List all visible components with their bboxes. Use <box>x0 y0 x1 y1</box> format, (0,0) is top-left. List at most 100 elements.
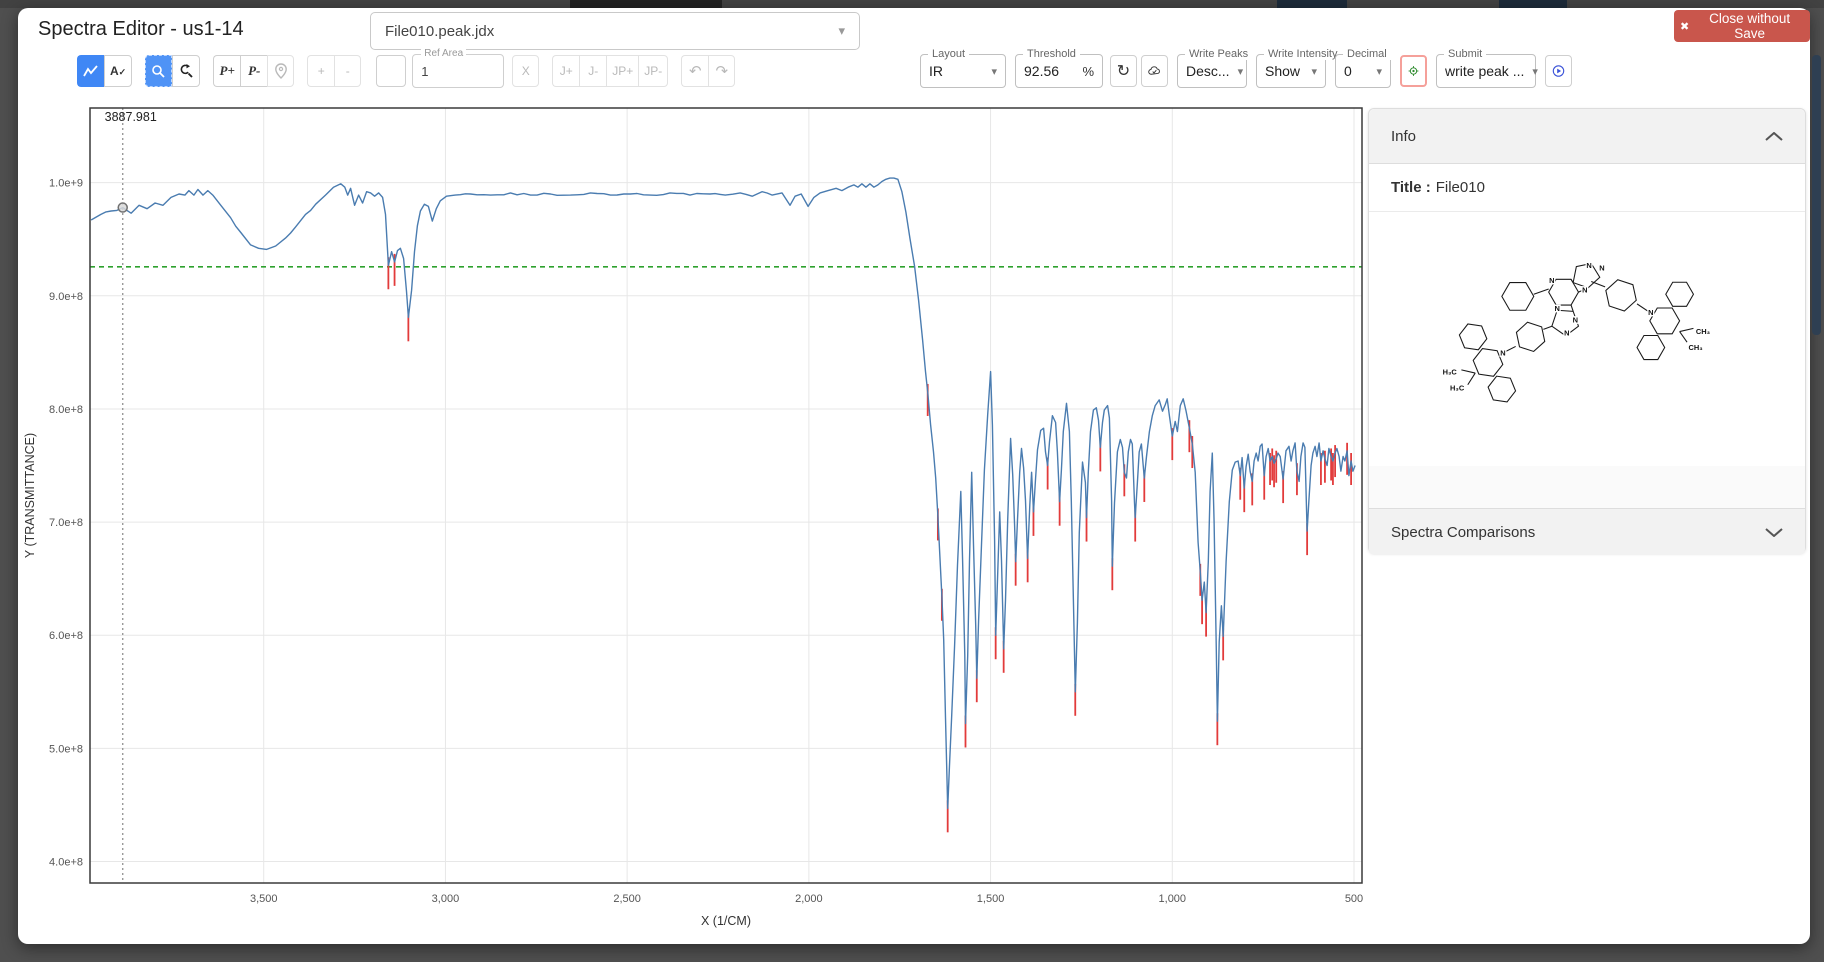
write-peaks-label: Write Peaks <box>1185 48 1252 60</box>
jp-minus-button[interactable]: JP- <box>638 55 668 87</box>
play-icon <box>1552 61 1565 81</box>
zoom-reset-icon <box>178 63 194 79</box>
multiplicity-plus-button[interactable]: + <box>307 55 334 87</box>
j-plus-button[interactable]: J+ <box>552 55 579 87</box>
svg-text:H₃C: H₃C <box>1443 368 1458 377</box>
title-label: Title : <box>1391 179 1431 196</box>
svg-text:CH₃: CH₃ <box>1688 343 1702 352</box>
save-to-cloud-button[interactable] <box>1141 55 1168 87</box>
chevron-down-icon <box>1765 528 1783 537</box>
submit-select[interactable]: Submit write peak ... ▾ <box>1436 54 1536 88</box>
svg-text:500: 500 <box>1345 893 1363 905</box>
j-minus-button[interactable]: J- <box>579 55 606 87</box>
info-header-label: Info <box>1391 128 1416 145</box>
write-intensity-select[interactable]: Write Intensity Show ▾ <box>1256 54 1326 88</box>
submit-value: write peak ... <box>1445 63 1524 79</box>
svg-text:N: N <box>1564 328 1569 337</box>
close-without-save-button[interactable]: ✖ Close without Save <box>1674 10 1810 42</box>
background-tab-fragment <box>1277 0 1347 8</box>
redo-icon: ↷ <box>715 62 728 80</box>
svg-text:6.0e+8: 6.0e+8 <box>49 630 83 642</box>
svg-text:5.0e+8: 5.0e+8 <box>49 743 83 755</box>
svg-text:CH₃: CH₃ <box>1696 327 1710 336</box>
svg-text:3887.981: 3887.981 <box>105 110 157 124</box>
layout-value: IR <box>929 63 943 79</box>
svg-text:9.0e+8: 9.0e+8 <box>49 291 83 303</box>
svg-text:X (1/CM): X (1/CM) <box>701 914 751 928</box>
decimal-select[interactable]: Decimal 0 ▾ <box>1335 54 1391 88</box>
svg-text:N: N <box>1582 286 1587 295</box>
write-peaks-value: Desc... <box>1186 63 1230 79</box>
svg-text:2,500: 2,500 <box>613 893 641 905</box>
title-value: File010 <box>1436 179 1485 196</box>
file-selector[interactable]: File010.peak.jdx ▾ <box>370 12 860 50</box>
page-scrollbar-thumb[interactable] <box>1812 55 1821 335</box>
svg-text:N: N <box>1586 261 1591 270</box>
chevron-down-icon: ▾ <box>1311 65 1317 78</box>
clear-multiplicity-button[interactable]: X <box>512 55 539 87</box>
file-selector-value: File010.peak.jdx <box>385 23 494 40</box>
write-peaks-select[interactable]: Write Peaks Desc... ▾ <box>1177 54 1247 88</box>
spectrum-chart[interactable]: 3,5003,0002,5002,0001,5001,0005001.0e+99… <box>20 92 1370 944</box>
pin-icon <box>274 63 288 79</box>
panel-spacer <box>1369 466 1805 508</box>
svg-text:H₃C: H₃C <box>1450 384 1465 393</box>
info-accordion-header[interactable]: Info <box>1369 109 1805 164</box>
refresh-button[interactable]: ↻ <box>1110 55 1137 87</box>
undo-icon: ↶ <box>689 62 702 80</box>
layout-select[interactable]: Layout IR ▾ <box>920 54 1006 88</box>
toolbar-right: Layout IR ▾ Threshold 92.56 % ↻ Write Pe… <box>920 54 1572 88</box>
write-intensity-value: Show <box>1265 63 1300 79</box>
svg-text:N: N <box>1549 276 1554 285</box>
value-input[interactable] <box>376 55 406 87</box>
zoom-area-icon <box>151 64 166 79</box>
peak-add-button[interactable]: P+ <box>213 55 240 87</box>
svg-text:N: N <box>1555 304 1560 313</box>
zoom-reset-button[interactable] <box>172 55 200 87</box>
threshold-value: 92.56 <box>1024 63 1059 79</box>
svg-text:3,000: 3,000 <box>432 893 460 905</box>
undo-button[interactable]: ↶ <box>681 55 708 87</box>
chevron-down-icon: ▾ <box>991 65 997 78</box>
multiplicity-minus-button[interactable]: - <box>334 55 361 87</box>
threshold-field[interactable]: Threshold 92.56 % <box>1015 54 1103 88</box>
peak-remove-button[interactable]: P- <box>240 55 267 87</box>
anchor-point-button[interactable] <box>267 55 294 87</box>
svg-text:N: N <box>1573 316 1578 325</box>
svg-text:1,000: 1,000 <box>1159 893 1187 905</box>
spectra-comparisons-header[interactable]: Spectra Comparisons <box>1369 508 1805 555</box>
target-icon <box>1408 62 1419 80</box>
ref-area-field: Ref Area <box>412 54 504 88</box>
refresh-icon: ↻ <box>1117 61 1130 81</box>
toolbar-left: A✓ P+ P- + - Ref Area <box>77 54 748 88</box>
zoom-area-button[interactable] <box>145 55 172 87</box>
page-title: Spectra Editor - us1-14 <box>38 18 244 41</box>
background-tab-fragment <box>1499 0 1567 8</box>
threshold-unit: % <box>1082 64 1094 79</box>
molecule-drawing: NNNNNNNNNCH₃CH₃H₃CH₃C <box>1422 248 1752 430</box>
ref-area-label: Ref Area <box>421 48 466 59</box>
svg-text:8.0e+8: 8.0e+8 <box>49 404 83 416</box>
write-intensity-label: Write Intensity <box>1264 48 1342 60</box>
line-mode-button[interactable] <box>77 55 104 87</box>
chevron-down-icon: ▾ <box>1376 65 1382 78</box>
submit-label: Submit <box>1444 48 1486 60</box>
spectra-editor-modal: Spectra Editor - us1-14 File010.peak.jdx… <box>18 8 1810 944</box>
svg-text:N: N <box>1648 308 1653 317</box>
chevron-up-icon <box>1765 132 1783 141</box>
auto-peak-icon: A✓ <box>110 64 126 78</box>
auto-peak-button[interactable]: A✓ <box>104 55 132 87</box>
svg-text:N: N <box>1500 349 1505 358</box>
jp-plus-button[interactable]: JP+ <box>606 55 638 87</box>
chevron-down-icon: ▾ <box>838 23 845 39</box>
decimal-label: Decimal <box>1343 48 1391 60</box>
ref-area-input[interactable] <box>419 56 499 86</box>
chevron-down-icon: ▾ <box>1238 65 1244 78</box>
line-chart-icon <box>83 64 99 78</box>
app-root: { "window": { "title": "Spectra Editor -… <box>0 0 1824 962</box>
redo-button[interactable]: ↷ <box>708 55 735 87</box>
submit-run-button[interactable] <box>1545 55 1572 87</box>
cloud-check-icon <box>1148 64 1161 78</box>
layout-label: Layout <box>928 48 969 60</box>
predict-target-button[interactable] <box>1400 55 1427 87</box>
